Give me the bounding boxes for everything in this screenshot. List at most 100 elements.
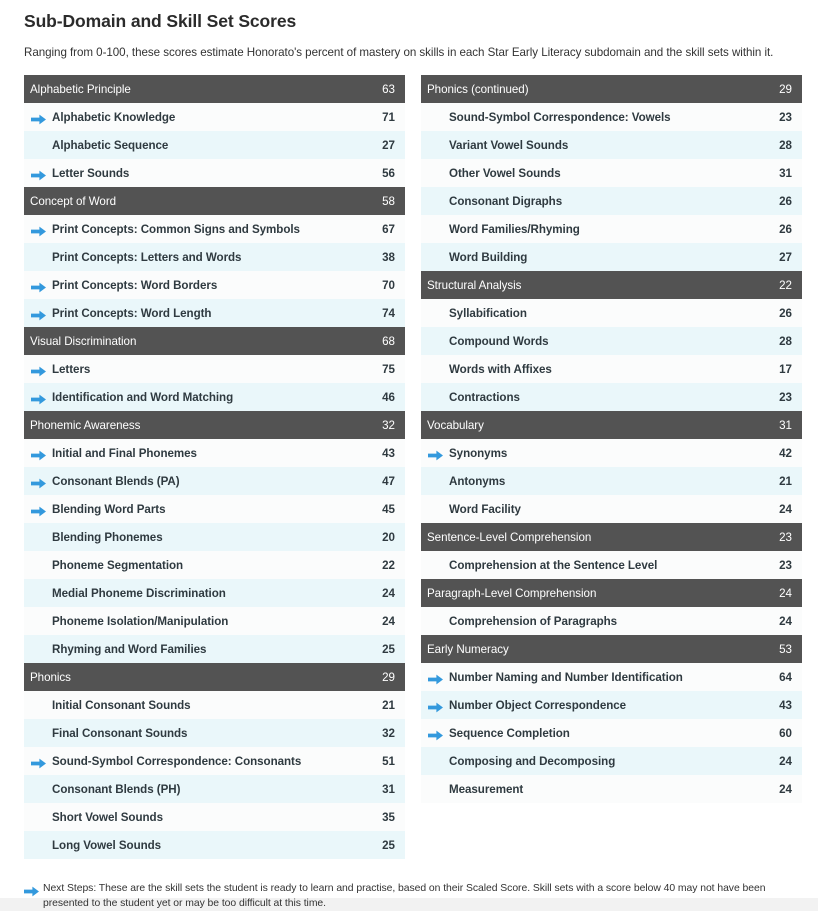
skill-set-name: Other Vowel Sounds <box>449 166 561 180</box>
skill-set-score: 56 <box>382 166 395 180</box>
skill-set-name: Print Concepts: Word Borders <box>52 278 218 292</box>
skill-set-row: Number Naming and Number Identification 6… <box>421 663 802 691</box>
skill-set-score: 24 <box>779 782 792 796</box>
next-steps-indicator <box>421 243 449 271</box>
skill-set-name: Print Concepts: Common Signs and Symbols <box>52 222 300 236</box>
skill-set-row: Blending Word Parts 45 <box>24 495 405 523</box>
skill-set-name: Measurement <box>449 782 524 796</box>
subdomain-name: Alphabetic Principle <box>30 82 131 96</box>
skill-set-score: 25 <box>382 838 395 852</box>
skill-set-name: Short Vowel Sounds <box>52 810 163 824</box>
next-steps-arrow-icon <box>30 756 46 768</box>
skill-set-name: Rhyming and Word Families <box>52 642 207 656</box>
skill-set-row: Sound-Symbol Correspondence: Vowels 23 <box>421 103 802 131</box>
skill-set-row: Word Facility 24 <box>421 495 802 523</box>
skill-set-name: Word Facility <box>449 502 521 516</box>
skill-set-score: 17 <box>779 362 792 376</box>
skill-set-row: Word Families/Rhyming 26 <box>421 215 802 243</box>
skill-set-row: Phoneme Segmentation 22 <box>24 551 405 579</box>
next-steps-indicator <box>24 355 52 383</box>
next-steps-arrow-icon <box>30 392 46 404</box>
next-steps-indicator <box>24 131 52 159</box>
next-steps-indicator <box>421 467 449 495</box>
next-steps-arrow-icon <box>30 504 46 516</box>
subdomain-name: Concept of Word <box>30 194 117 208</box>
skill-set-row: Variant Vowel Sounds 28 <box>421 131 802 159</box>
next-steps-indicator <box>421 187 449 215</box>
skill-set-name: Word Families/Rhyming <box>449 222 580 236</box>
skill-set-score: 24 <box>779 502 792 516</box>
subdomain-score: 58 <box>382 194 395 208</box>
subdomain-score: 24 <box>779 586 792 600</box>
next-steps-arrow-icon <box>30 112 46 124</box>
skill-set-score: 26 <box>779 222 792 236</box>
next-steps-arrow-icon <box>30 476 46 488</box>
subdomain-score: 22 <box>779 278 792 292</box>
skill-set-name: Word Building <box>449 250 528 264</box>
skill-set-name: Contractions <box>449 390 520 404</box>
skill-set-score: 45 <box>382 502 395 516</box>
subdomain-header-row: Vocabulary 31 <box>421 411 802 439</box>
next-steps-indicator <box>421 215 449 243</box>
next-steps-indicator <box>24 635 52 663</box>
skill-set-score: 75 <box>382 362 395 376</box>
skill-set-row: Short Vowel Sounds 35 <box>24 803 405 831</box>
skill-set-score: 31 <box>382 782 395 796</box>
skill-set-name: Long Vowel Sounds <box>52 838 162 852</box>
page-title: Sub-Domain and Skill Set Scores <box>24 11 297 31</box>
skill-set-name: Initial Consonant Sounds <box>52 698 191 712</box>
next-steps-arrow-icon <box>30 224 46 236</box>
next-steps-indicator <box>421 299 449 327</box>
next-steps-arrow-icon <box>427 448 443 460</box>
subdomain-name: Early Numeracy <box>427 642 509 656</box>
skill-set-row: Compound Words 28 <box>421 327 802 355</box>
next-steps-indicator <box>24 803 52 831</box>
next-steps-arrow-icon <box>30 364 46 376</box>
skill-set-name: Final Consonant Sounds <box>52 726 188 740</box>
subdomain-score: 29 <box>382 670 395 684</box>
skill-set-score: 42 <box>779 446 792 460</box>
skill-set-row: Letters 75 <box>24 355 405 383</box>
subdomain-header-row: Structural Analysis 22 <box>421 271 802 299</box>
skill-set-name: Phoneme Segmentation <box>52 558 184 572</box>
skill-set-name: Antonyms <box>449 474 506 488</box>
skill-set-score: 32 <box>382 726 395 740</box>
skill-set-name: Print Concepts: Word Length <box>52 306 212 320</box>
next-steps-arrow-icon <box>30 308 46 320</box>
skill-set-name: Sequence Completion <box>449 726 570 740</box>
skill-set-score: 21 <box>779 474 792 488</box>
subdomain-score: 23 <box>779 530 792 544</box>
skill-set-score: 43 <box>779 698 792 712</box>
skill-set-row: Blending Phonemes 20 <box>24 523 405 551</box>
subdomain-score: 68 <box>382 334 395 348</box>
skill-set-score: 24 <box>382 586 395 600</box>
subdomain-name: Phonemic Awareness <box>30 418 141 432</box>
subdomain-name: Phonics <box>30 670 71 684</box>
next-steps-indicator <box>24 243 52 271</box>
subdomain-header-row: Concept of Word 58 <box>24 187 405 215</box>
next-steps-indicator <box>24 299 52 327</box>
left-score-table: Alphabetic Principle 63 Alphabetic Knowled… <box>24 75 405 859</box>
subdomain-name: Paragraph-Level Comprehension <box>427 586 597 600</box>
skill-set-row: Rhyming and Word Families 25 <box>24 635 405 663</box>
footnote: Next Steps: These are the skill sets the… <box>20 859 798 911</box>
skill-set-score: 47 <box>382 474 395 488</box>
skill-set-name: Initial and Final Phonemes <box>52 446 197 460</box>
skill-set-row: Medial Phoneme Discrimination 24 <box>24 579 405 607</box>
subdomain-score: 32 <box>382 418 395 432</box>
skill-set-score: 24 <box>382 614 395 628</box>
next-steps-arrow-icon <box>30 448 46 460</box>
skill-set-row: Print Concepts: Letters and Words 38 <box>24 243 405 271</box>
skill-set-row: Alphabetic Sequence 27 <box>24 131 405 159</box>
next-steps-indicator <box>421 439 449 467</box>
skill-set-name: Alphabetic Sequence <box>52 138 169 152</box>
skill-set-row: Initial and Final Phonemes 43 <box>24 439 405 467</box>
skill-set-row: Print Concepts: Word Borders 70 <box>24 271 405 299</box>
skill-set-row: Synonyms 42 <box>421 439 802 467</box>
report-card: Sub-Domain and Skill Set Scores Ranging … <box>0 0 818 909</box>
subdomain-header-row: Phonics 29 <box>24 663 405 691</box>
skill-set-score: 60 <box>779 726 792 740</box>
skill-set-score: 67 <box>382 222 395 236</box>
next-steps-indicator <box>421 327 449 355</box>
next-steps-indicator <box>24 103 52 131</box>
